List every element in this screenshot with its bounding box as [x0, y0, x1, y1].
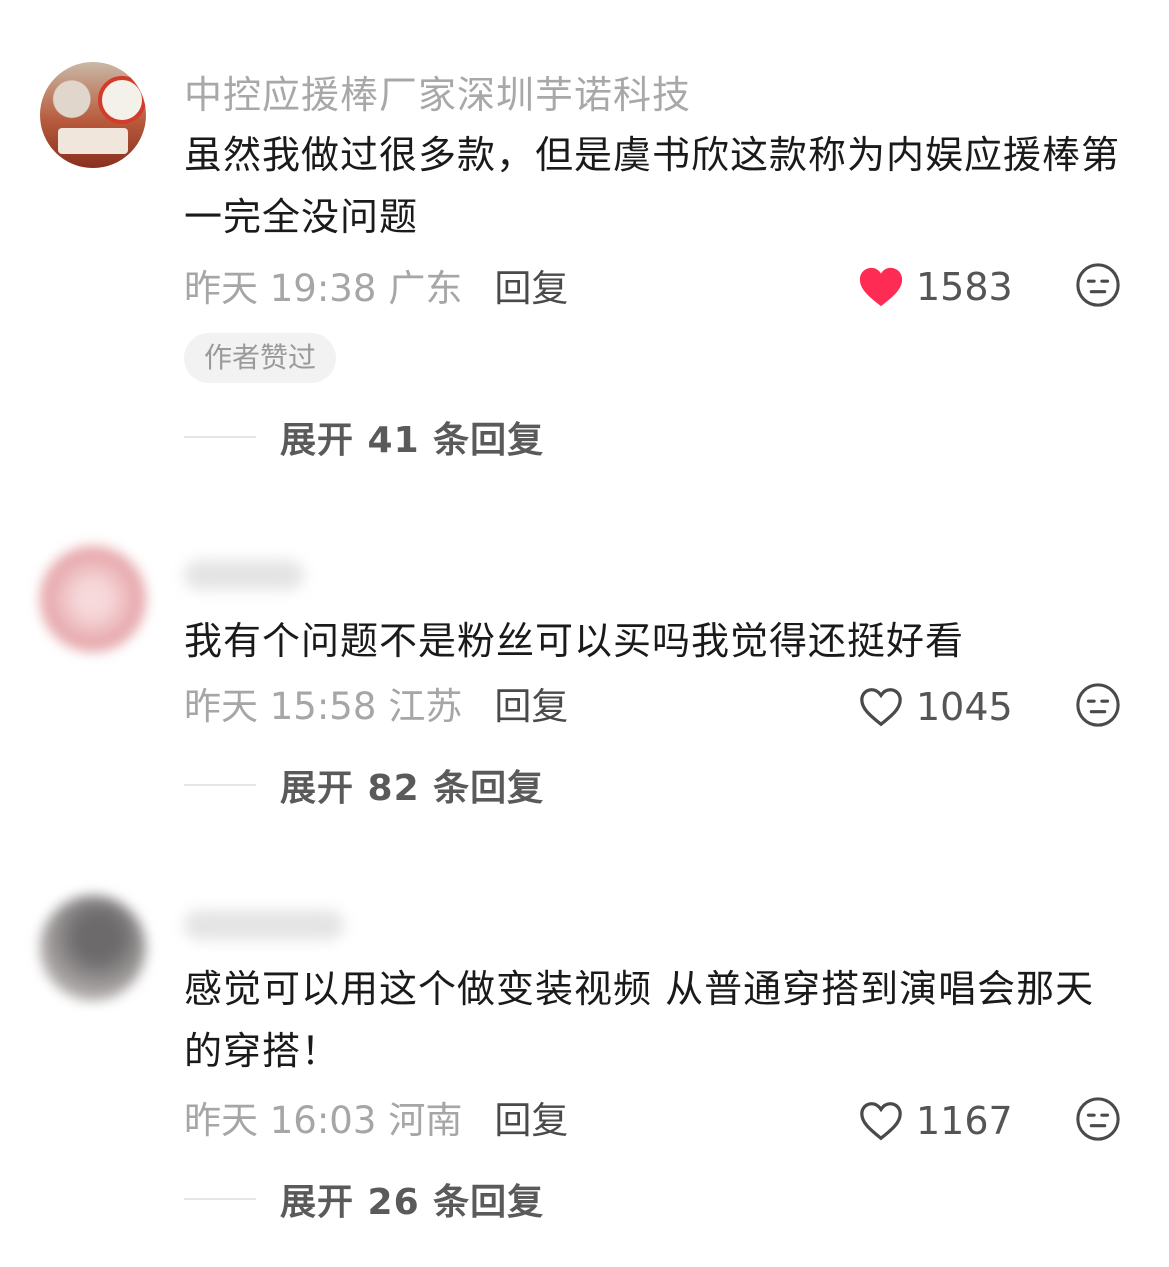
comment-text: 感觉可以用这个做变装视频 从普通穿搭到演唱会那天的穿搭！ [184, 967, 1095, 1073]
divider-line [184, 784, 256, 786]
divider-line [184, 436, 256, 438]
comment-text: 我有个问题不是粉丝可以买吗我觉得还挺好看 [184, 619, 965, 663]
reply-button[interactable]: 回复 [494, 258, 568, 312]
comment-location: 广东 [388, 267, 463, 310]
unimpressed-face-icon[interactable] [1075, 682, 1121, 728]
comment-location: 江苏 [388, 685, 463, 728]
avatar[interactable] [40, 546, 146, 652]
comment-time: 昨天 15:58 [184, 685, 377, 728]
expand-replies-label: 展开 82 条回复 [280, 768, 545, 809]
like-count: 1583 [916, 265, 1013, 309]
unimpressed-face-icon[interactable] [1075, 1096, 1121, 1142]
reply-button[interactable]: 回复 [494, 1090, 568, 1144]
divider-line [184, 1198, 256, 1200]
comment-location: 河南 [388, 1099, 463, 1142]
unimpressed-face-icon[interactable] [1075, 262, 1121, 308]
expand-replies-button[interactable]: 展开 82 条回复 [184, 760, 544, 810]
heart-icon [860, 1102, 902, 1141]
username-blurred[interactable] [184, 560, 304, 590]
like-count: 1045 [916, 685, 1013, 729]
username[interactable]: 中控应援棒厂家深圳芋诺科技 [184, 64, 691, 119]
like-button[interactable]: 1583 [858, 262, 1013, 312]
reply-button[interactable]: 回复 [494, 676, 568, 730]
comment-time: 昨天 16:03 [184, 1099, 377, 1142]
author-liked-badge: 作者赞过 [184, 333, 337, 383]
like-button[interactable]: 1045 [858, 682, 1013, 732]
expand-replies-button[interactable]: 展开 41 条回复 [184, 412, 544, 462]
avatar[interactable] [40, 895, 146, 1001]
username-blurred[interactable] [184, 910, 344, 940]
expand-replies-button[interactable]: 展开 26 条回复 [184, 1174, 544, 1224]
comment-text: 虽然我做过很多款，但是虞书欣这款称为内娱应援棒第一完全没问题 [184, 133, 1121, 239]
expand-replies-label: 展开 41 条回复 [280, 420, 545, 461]
comment-time: 昨天 19:38 [184, 267, 377, 310]
avatar-box-shape [58, 128, 128, 154]
heart-icon [860, 688, 902, 727]
avatar[interactable] [40, 62, 146, 168]
like-count: 1167 [916, 1099, 1013, 1143]
expand-replies-label: 展开 26 条回复 [280, 1182, 545, 1223]
like-button[interactable]: 1167 [858, 1096, 1013, 1146]
heart-icon [859, 267, 903, 307]
avatar-lightstick-shape [98, 76, 146, 124]
